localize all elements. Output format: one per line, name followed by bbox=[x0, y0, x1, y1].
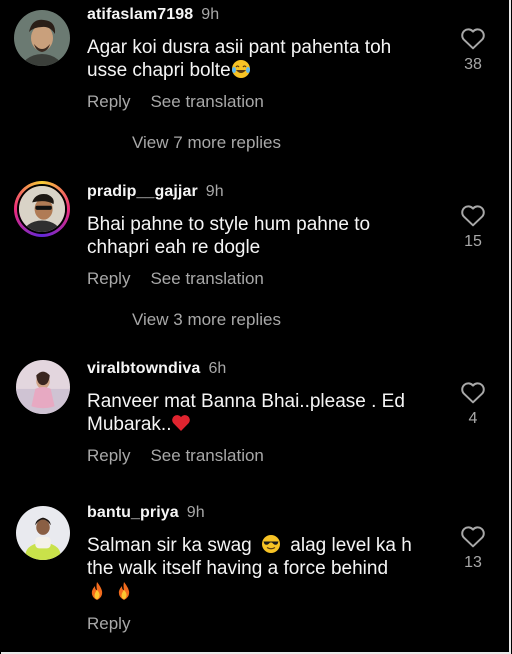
comment-text-line: the walk itself having a force behind bbox=[87, 558, 389, 579]
heart-outline-icon[interactable] bbox=[460, 203, 486, 227]
fire-emoji-icon bbox=[91, 582, 103, 600]
like-count: 13 bbox=[464, 554, 482, 571]
comment-time: 6h bbox=[208, 360, 227, 377]
username-text[interactable]: atifaslam7198 bbox=[87, 6, 193, 23]
comment-username[interactable]: pradip__gajjar 9h bbox=[87, 183, 224, 201]
view-more-replies-button[interactable]: View 7 more replies bbox=[132, 133, 281, 153]
like-count: 4 bbox=[468, 410, 478, 427]
like-control: 13 bbox=[451, 524, 495, 572]
heart-outline-icon[interactable] bbox=[460, 380, 486, 404]
like-control: 15 bbox=[451, 203, 495, 251]
avatar-bantu-priya-image bbox=[16, 506, 70, 560]
laughing-tears-emoji-icon bbox=[231, 60, 250, 78]
fire-emoji-row bbox=[87, 581, 427, 604]
comment-username[interactable]: atifaslam7198 9h bbox=[87, 6, 219, 24]
avatar[interactable] bbox=[14, 181, 70, 237]
heart-outline-icon[interactable] bbox=[460, 524, 486, 548]
comment-text-line: chhapri eah re dogle bbox=[87, 237, 261, 258]
comment-text-line: Mubarak.. bbox=[87, 414, 172, 435]
comment-time: 9h bbox=[186, 504, 205, 521]
comment-text-line: Bhai pahne to style hum pahne to bbox=[87, 214, 371, 235]
comment-text-line: Agar koi dusra asii pant pahenta toh bbox=[87, 37, 392, 58]
see-translation-button[interactable]: See translation bbox=[150, 446, 263, 465]
comment-text: Bhai pahne to style hum pahne to chhapri… bbox=[87, 213, 427, 259]
avatar-pradip-image bbox=[19, 186, 65, 232]
avatar[interactable] bbox=[14, 10, 70, 66]
comment-text: Salman sir ka swag alag level ka h the w… bbox=[87, 534, 427, 604]
comment-text-line: usse chapri bolte bbox=[87, 60, 231, 81]
heart-outline-icon[interactable] bbox=[460, 26, 486, 50]
like-count: 38 bbox=[464, 56, 482, 73]
comment-time: 9h bbox=[205, 183, 224, 200]
comment-actions: Reply See translation bbox=[87, 269, 284, 289]
like-count: 15 bbox=[464, 233, 482, 250]
reply-button[interactable]: Reply bbox=[87, 92, 130, 111]
avatar[interactable] bbox=[16, 506, 70, 560]
view-more-replies-button[interactable]: View 3 more replies bbox=[132, 310, 281, 330]
see-translation-button[interactable]: See translation bbox=[150, 92, 263, 111]
username-text[interactable]: pradip__gajjar bbox=[87, 183, 198, 200]
comment-text-line: Ranveer mat Banna Bhai..please . Ed bbox=[87, 391, 405, 412]
red-heart-emoji-icon bbox=[172, 415, 191, 431]
comment-text: Agar koi dusra asii pant pahenta toh uss… bbox=[87, 36, 427, 82]
avatar[interactable] bbox=[16, 360, 70, 414]
reply-button[interactable]: Reply bbox=[87, 614, 130, 633]
username-text[interactable]: bantu_priya bbox=[87, 504, 179, 521]
comment-username[interactable]: viralbtowndiva 6h bbox=[87, 360, 226, 378]
reply-button[interactable]: Reply bbox=[87, 446, 130, 465]
sunglasses-emoji-icon bbox=[262, 535, 281, 553]
comment-text: Ranveer mat Banna Bhai..please . Ed Muba… bbox=[87, 390, 427, 436]
fire-emoji-icon bbox=[119, 582, 130, 600]
username-text[interactable]: viralbtowndiva bbox=[87, 360, 200, 377]
avatar-viralbtowndiva-image bbox=[16, 360, 70, 414]
like-control: 38 bbox=[451, 26, 495, 74]
comment-time: 9h bbox=[201, 6, 220, 23]
comment-actions: Reply bbox=[87, 614, 150, 634]
comment-username[interactable]: bantu_priya 9h bbox=[87, 504, 205, 522]
reply-button[interactable]: Reply bbox=[87, 269, 130, 288]
avatar-atifaslam-image bbox=[14, 10, 70, 66]
comment-actions: Reply See translation bbox=[87, 92, 284, 112]
comment-actions: Reply See translation bbox=[87, 446, 284, 466]
like-control: 4 bbox=[451, 380, 495, 428]
comments-panel: atifaslam7198 9h Agar koi dusra asii pant… bbox=[1, 0, 511, 654]
comment-text-line: Salman sir ka swag bbox=[87, 535, 252, 556]
see-translation-button[interactable]: See translation bbox=[150, 269, 263, 288]
comment-text-line: alag level ka h bbox=[290, 535, 412, 556]
